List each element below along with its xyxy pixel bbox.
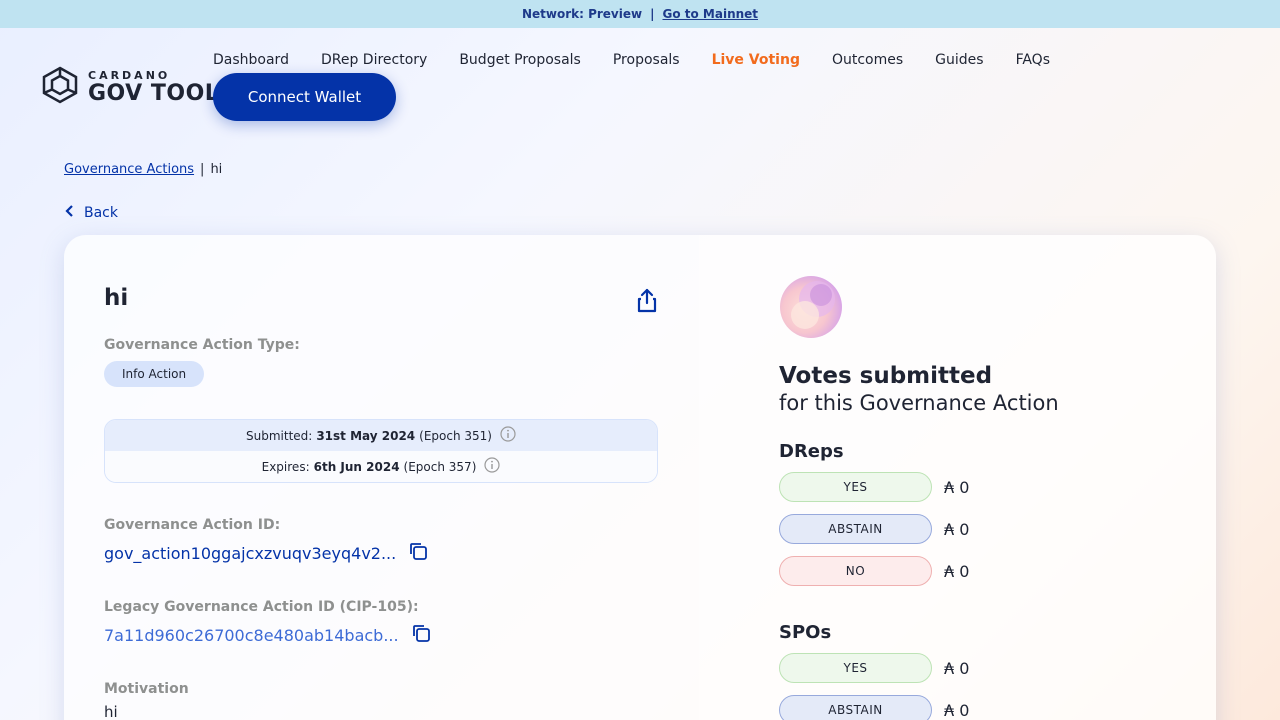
expires-row: Expires: 6th Jun 2024 (Epoch 357) (105, 451, 657, 482)
breadcrumb-governance-actions[interactable]: Governance Actions (64, 162, 194, 177)
connect-wallet-button[interactable]: Connect Wallet (213, 73, 396, 121)
logo-small-text: CARDANO (88, 68, 171, 82)
submitted-epoch: (Epoch 351) (419, 428, 492, 443)
action-details-panel: hi Governance Action Type: Info Action S… (64, 235, 699, 720)
breadcrumb-separator: | (200, 162, 205, 177)
nav-faqs[interactable]: FAQs (1016, 52, 1050, 68)
spo-vote-row: YES ₳ 0 (779, 653, 1136, 683)
nav-dashboard[interactable]: Dashboard (213, 52, 289, 68)
motivation-text: hi (104, 703, 118, 720)
drep-vote-row: YES ₳ 0 (779, 472, 1136, 502)
nav-outcomes[interactable]: Outcomes (832, 52, 903, 68)
nav-drep-directory[interactable]: DRep Directory (321, 52, 427, 68)
dreps-heading: DReps (779, 441, 844, 462)
drep-abstain-pill: ABSTAIN (779, 514, 932, 544)
logo-big-text: GOV TOOL (88, 80, 220, 106)
network-banner: Network: Preview | Go to Mainnet (0, 0, 1280, 28)
spo-yes-pill: YES (779, 653, 932, 683)
chevron-left-icon (64, 204, 74, 222)
banner-separator: | (650, 7, 655, 21)
info-icon[interactable] (484, 457, 500, 476)
nav-budget-proposals[interactable]: Budget Proposals (459, 52, 581, 68)
breadcrumb-current: hi (210, 162, 223, 177)
back-button[interactable]: Back (64, 204, 118, 222)
expires-epoch: (Epoch 357) (403, 459, 477, 474)
drep-no-pill: NO (779, 556, 932, 586)
info-icon[interactable] (500, 426, 516, 445)
breadcrumb: Governance Actions | hi (64, 162, 222, 177)
expires-label: Expires: (261, 459, 310, 474)
go-to-mainnet-link[interactable]: Go to Mainnet (662, 7, 758, 21)
submitted-date: 31st May 2024 (316, 428, 416, 443)
nav-live-voting[interactable]: Live Voting (712, 52, 800, 68)
drep-vote-row: ABSTAIN ₳ 0 (779, 514, 1136, 544)
governance-action-card: hi Governance Action Type: Info Action S… (64, 235, 1216, 720)
drep-yes-amount: ₳ 0 (944, 477, 970, 497)
legacy-id-label: Legacy Governance Action ID (CIP-105): (104, 599, 419, 615)
spo-vote-row: ABSTAIN ₳ 0 (779, 695, 1136, 720)
motivation-label: Motivation (104, 681, 189, 697)
copy-icon[interactable] (411, 623, 431, 647)
action-title: hi (104, 285, 129, 311)
expires-date: 6th Jun 2024 (313, 459, 400, 474)
spo-yes-amount: ₳ 0 (944, 658, 970, 678)
main-nav: Dashboard DRep Directory Budget Proposal… (213, 52, 1050, 68)
spo-abstain-pill: ABSTAIN (779, 695, 932, 720)
spos-heading: SPOs (779, 622, 832, 643)
share-icon[interactable] (635, 287, 659, 317)
drep-vote-row: NO ₳ 0 (779, 556, 1136, 586)
copy-icon[interactable] (408, 541, 428, 565)
spo-abstain-amount: ₳ 0 (944, 700, 970, 720)
network-label: Network: Preview (521, 7, 643, 21)
action-type-label: Governance Action Type: (104, 337, 300, 353)
cardano-gov-logo-icon (40, 66, 80, 108)
votes-illustration (779, 275, 843, 339)
back-label: Back (84, 205, 118, 221)
action-id-label: Governance Action ID: (104, 517, 281, 533)
submitted-label: Submitted: (246, 428, 313, 443)
votes-panel: Votes submitted for this Governance Acti… (699, 235, 1216, 720)
nav-proposals[interactable]: Proposals (613, 52, 680, 68)
legacy-id-value[interactable]: 7a11d960c26700c8e480ab14bacb... (104, 626, 399, 645)
logo[interactable]: CARDANO GOV TOOL (40, 66, 219, 108)
drep-no-amount: ₳ 0 (944, 561, 970, 581)
dates-box: Submitted: 31st May 2024 (Epoch 351) Exp… (104, 419, 658, 483)
drep-abstain-amount: ₳ 0 (944, 519, 970, 539)
submitted-row: Submitted: 31st May 2024 (Epoch 351) (105, 420, 657, 451)
drep-yes-pill: YES (779, 472, 932, 502)
action-id-value[interactable]: gov_action10ggajcxzvuqv3eyq4v2... (104, 544, 396, 563)
nav-guides[interactable]: Guides (935, 52, 983, 68)
votes-subtitle: for this Governance Action (779, 391, 1059, 415)
votes-title: Votes submitted (779, 363, 993, 389)
action-type-pill: Info Action (104, 361, 205, 387)
